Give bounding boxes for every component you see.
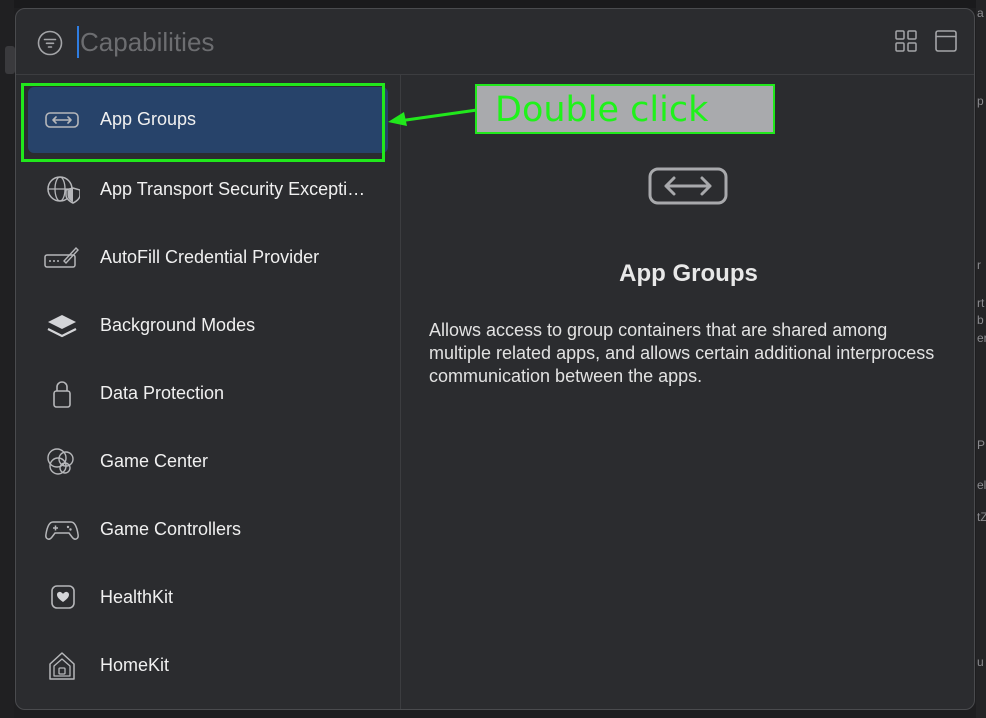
capability-title: App Groups	[619, 260, 758, 287]
capability-label: HomeKit	[100, 655, 170, 675]
filter-icon[interactable]	[37, 30, 63, 56]
background-text-fragment: tZ	[977, 510, 986, 524]
detail-view-icon[interactable]	[934, 29, 958, 53]
background-text-fragment: er	[977, 331, 986, 345]
background-text-fragment: el	[977, 478, 986, 492]
background-text-fragment: b	[977, 313, 984, 327]
capabilities-list: App Groups App Transport Security Except…	[16, 75, 400, 709]
grid-view-icon[interactable]	[895, 30, 917, 52]
game-center-icon	[47, 448, 74, 475]
gamepad-icon	[45, 521, 79, 540]
globe-shield-icon	[47, 176, 80, 204]
capability-label: AutoFill Credential Provider	[100, 247, 320, 267]
annotation-callout-text: Double click	[495, 90, 709, 130]
capability-item-homekit[interactable]: HomeKit	[28, 633, 388, 699]
capability-detail-pane: App Groups Allows access to group contai…	[401, 75, 974, 709]
capability-label: Game Controllers	[100, 519, 242, 539]
capability-item-game-center[interactable]: Game Center	[28, 429, 388, 495]
capability-label: Data Protection	[100, 383, 225, 403]
background-tab	[5, 46, 15, 74]
background-toolbar	[0, 0, 986, 8]
capability-label: Game Center	[100, 451, 209, 471]
background-left-edge	[0, 0, 15, 718]
app-groups-icon	[648, 167, 728, 205]
search-bar	[16, 9, 974, 75]
search-input[interactable]	[80, 23, 580, 61]
capability-item-background-modes[interactable]: Background Modes	[28, 293, 388, 359]
text-cursor	[77, 26, 79, 58]
capability-item-data-protection[interactable]: Data Protection	[28, 361, 388, 427]
capability-label: Background Modes	[100, 315, 256, 335]
layers-icon	[47, 315, 77, 338]
background-text-fragment: rt	[977, 296, 985, 310]
background-text-fragment: P	[977, 438, 986, 452]
home-icon	[49, 652, 75, 680]
background-text-fragment: u	[977, 655, 984, 669]
background-inspector-edge: a p r rt b er P el tZ u	[976, 0, 986, 718]
lock-icon	[53, 381, 71, 408]
capability-item-app-transport-security[interactable]: App Transport Security Excepti…	[28, 157, 388, 223]
capability-description: Allows access to group containers that a…	[429, 320, 935, 386]
capability-label: App Transport Security Excepti…	[100, 179, 366, 199]
background-text-fragment: r	[977, 258, 981, 272]
annotation-highlight-box	[21, 83, 385, 162]
annotation-arrow-icon	[388, 108, 478, 126]
background-text-fragment: a	[977, 6, 984, 20]
capability-item-game-controllers[interactable]: Game Controllers	[28, 497, 388, 563]
background-text-fragment: p	[977, 94, 984, 108]
capability-item-healthkit[interactable]: HealthKit	[28, 565, 388, 631]
autofill-icon	[44, 246, 79, 268]
heart-icon	[51, 585, 75, 609]
capability-item-autofill[interactable]: AutoFill Credential Provider	[28, 225, 388, 291]
capability-label: HealthKit	[100, 587, 174, 607]
annotation-callout: Double click	[475, 84, 775, 134]
